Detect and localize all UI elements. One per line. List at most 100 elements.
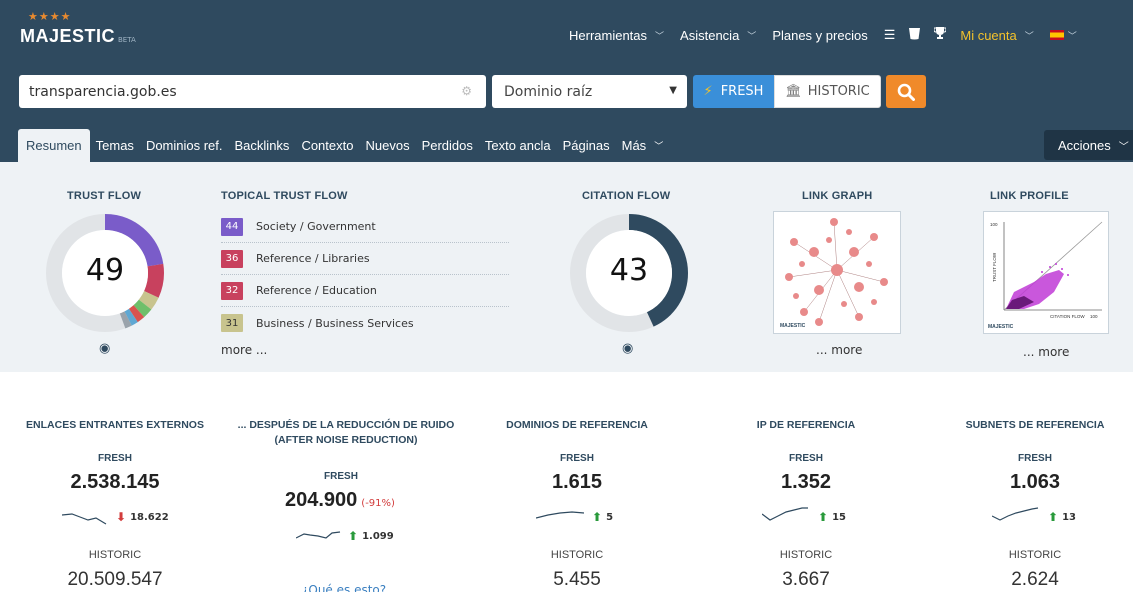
stat-fresh-label: FRESH xyxy=(560,453,594,464)
link-profile-logo: MAJESTIC xyxy=(988,324,1014,330)
link-profile-more-link[interactable]: ... more xyxy=(1023,345,1069,359)
tab-nuevos[interactable]: Nuevos xyxy=(359,129,415,162)
stat-title: ... DESPUÉS DE LA REDUCCIÓN DE RUIDO (AF… xyxy=(237,419,455,446)
gear-icon[interactable]: ⚙ xyxy=(461,84,472,98)
topical-label: Reference / Libraries xyxy=(256,252,370,265)
caret-down-icon: ▼ xyxy=(669,85,677,96)
stat-fresh-label: FRESH xyxy=(1018,453,1052,464)
link-profile-title: LINK PROFILE xyxy=(990,190,1069,202)
stat-sparkline xyxy=(62,513,107,525)
stat-sparkline xyxy=(296,531,341,539)
nav-plans-label: Planes y precios xyxy=(772,27,868,43)
tab-label: Contexto xyxy=(301,138,354,153)
search-input-value: transparencia.gob.es xyxy=(29,83,177,100)
topical-score-badge: 31 xyxy=(221,314,243,332)
tab-bar: Resumen Temas Dominios ref. Backlinks Co… xyxy=(18,129,669,162)
chevron-down-icon: ﹀ xyxy=(1118,141,1129,153)
summary-panel xyxy=(0,162,1133,372)
stat-delta: ⬆ 1.099 xyxy=(348,529,394,543)
refresh-icon[interactable]: ◉ xyxy=(622,341,633,356)
logo-name: MAJESTIC xyxy=(20,26,116,46)
nav-tools[interactable]: Herramientas ﹀ xyxy=(569,28,664,43)
actions-label: Acciones xyxy=(1058,137,1111,153)
tab-backlinks[interactable]: Backlinks xyxy=(229,129,296,162)
trophy-icon[interactable] xyxy=(933,27,947,43)
list-icon[interactable]: ☰ xyxy=(884,27,896,43)
chevron-down-icon: ﹀ xyxy=(654,141,664,151)
stat-fresh-value: 1.352 xyxy=(780,471,832,493)
historic-index-button[interactable]: 🏛 HISTORIC xyxy=(774,75,881,108)
stat-title: DOMINIOS DE REFERENCIA xyxy=(506,419,648,431)
fresh-index-button[interactable]: ⚡ FRESH xyxy=(693,75,774,108)
link-graph-title: LINK GRAPH xyxy=(802,190,873,202)
topical-item[interactable]: 32 Reference / Education xyxy=(221,275,509,307)
topical-label: Society / Government xyxy=(256,220,376,233)
stat-fresh-value: 1.063 xyxy=(1009,471,1061,493)
scope-select-value: Dominio raíz xyxy=(504,83,593,100)
tab-label: Texto ancla xyxy=(484,138,551,153)
link-graph-logo: MAJESTIC xyxy=(780,323,806,329)
stat-reduction-percent: (-91%) xyxy=(361,498,395,509)
link-graph-more-link[interactable]: ... more xyxy=(816,343,862,357)
topical-item[interactable]: 31 Business / Business Services xyxy=(221,307,509,339)
nav-help[interactable]: Asistencia ﹀ xyxy=(680,28,756,43)
link-profile-y-tick: 100 xyxy=(990,222,998,227)
tab-resumen[interactable]: Resumen xyxy=(18,129,90,162)
link-profile-image: 100 TRUST FLOW CITATION FLOW 100 MAJESTI… xyxy=(988,221,1103,330)
top-navigation: Herramientas ﹀ Asistencia ﹀ Planes y preci… xyxy=(569,25,1093,45)
stat-fresh-label: FRESH xyxy=(789,453,823,464)
search-icon xyxy=(897,83,915,101)
chevron-down-icon: ﹀ xyxy=(747,30,757,41)
nav-help-label: Asistencia xyxy=(680,27,740,43)
tab-label: Dominios ref. xyxy=(145,138,223,153)
topical-more-link[interactable]: more ... xyxy=(221,343,267,357)
tab-label: Nuevos xyxy=(365,138,410,153)
chevron-down-icon: ﹀ xyxy=(1067,30,1077,41)
spain-flag-icon xyxy=(1049,30,1064,40)
link-profile-thumbnail[interactable]: 100 TRUST FLOW CITATION FLOW 100 MAJESTI… xyxy=(983,211,1109,334)
bank-icon: 🏛 xyxy=(785,84,802,99)
tab-mas[interactable]: Más ﹀ xyxy=(616,129,670,162)
topical-item[interactable]: 36 Reference / Libraries xyxy=(221,243,509,275)
search-input[interactable]: transparencia.gob.es ⚙ xyxy=(19,75,486,108)
tab-label: Resumen xyxy=(26,138,82,153)
stat-sparkline xyxy=(992,507,1039,521)
stat-title: SUBNETS DE REFERENCIA xyxy=(965,419,1105,431)
stat-delta-value: 13 xyxy=(1062,511,1076,523)
tab-dominios-ref[interactable]: Dominios ref. xyxy=(140,129,229,162)
actions-button[interactable]: Acciones ﹀ xyxy=(1044,130,1133,160)
stat-fresh-value: 1.615 xyxy=(551,471,603,493)
language-selector[interactable]: ﹀ xyxy=(1049,29,1077,42)
tab-label: Backlinks xyxy=(234,138,290,153)
stat-delta-value: 1.099 xyxy=(362,530,394,542)
tab-temas[interactable]: Temas xyxy=(90,129,140,162)
arrow-up-icon: ⬆ xyxy=(592,510,603,524)
fresh-label: FRESH xyxy=(720,84,764,99)
nav-plans[interactable]: Planes y precios xyxy=(772,28,867,43)
arrow-up-icon: ⬆ xyxy=(1048,510,1059,524)
tab-perdidos[interactable]: Perdidos xyxy=(416,129,479,162)
topical-item[interactable]: 44 Society / Government xyxy=(221,211,509,243)
scope-select[interactable]: Dominio raíz ▼ xyxy=(492,75,687,108)
link-graph-thumbnail[interactable]: MAJESTIC xyxy=(773,211,901,334)
topical-score-badge: 44 xyxy=(221,217,243,236)
stat-fresh-value: 204.900 xyxy=(285,489,358,511)
bucket-icon[interactable] xyxy=(909,27,921,43)
search-button[interactable] xyxy=(886,75,926,108)
stat-historic-value: 2.624 xyxy=(1011,569,1059,590)
stat-historic-value: 20.509.547 xyxy=(67,569,163,590)
stat-delta: ⬆ 15 xyxy=(818,510,846,524)
refresh-icon[interactable]: ◉ xyxy=(99,341,110,356)
what-is-this-link[interactable]: ¿Qué es esto? xyxy=(302,583,386,592)
chevron-down-icon: ﹀ xyxy=(1024,30,1034,41)
topical-label: Business / Business Services xyxy=(256,316,414,330)
nav-account[interactable]: Mi cuenta ﹀ xyxy=(960,28,1033,43)
stat-delta-value: 5 xyxy=(606,511,614,523)
tab-label: Páginas xyxy=(562,138,610,153)
tab-texto-ancla[interactable]: Texto ancla xyxy=(479,129,557,162)
link-profile-y-axis: TRUST FLOW xyxy=(992,252,997,282)
tab-contexto[interactable]: Contexto xyxy=(295,129,359,162)
stat-sparkline xyxy=(536,511,585,519)
stat-historic-label: HISTORIC xyxy=(550,549,604,561)
tab-paginas[interactable]: Páginas xyxy=(557,129,616,162)
